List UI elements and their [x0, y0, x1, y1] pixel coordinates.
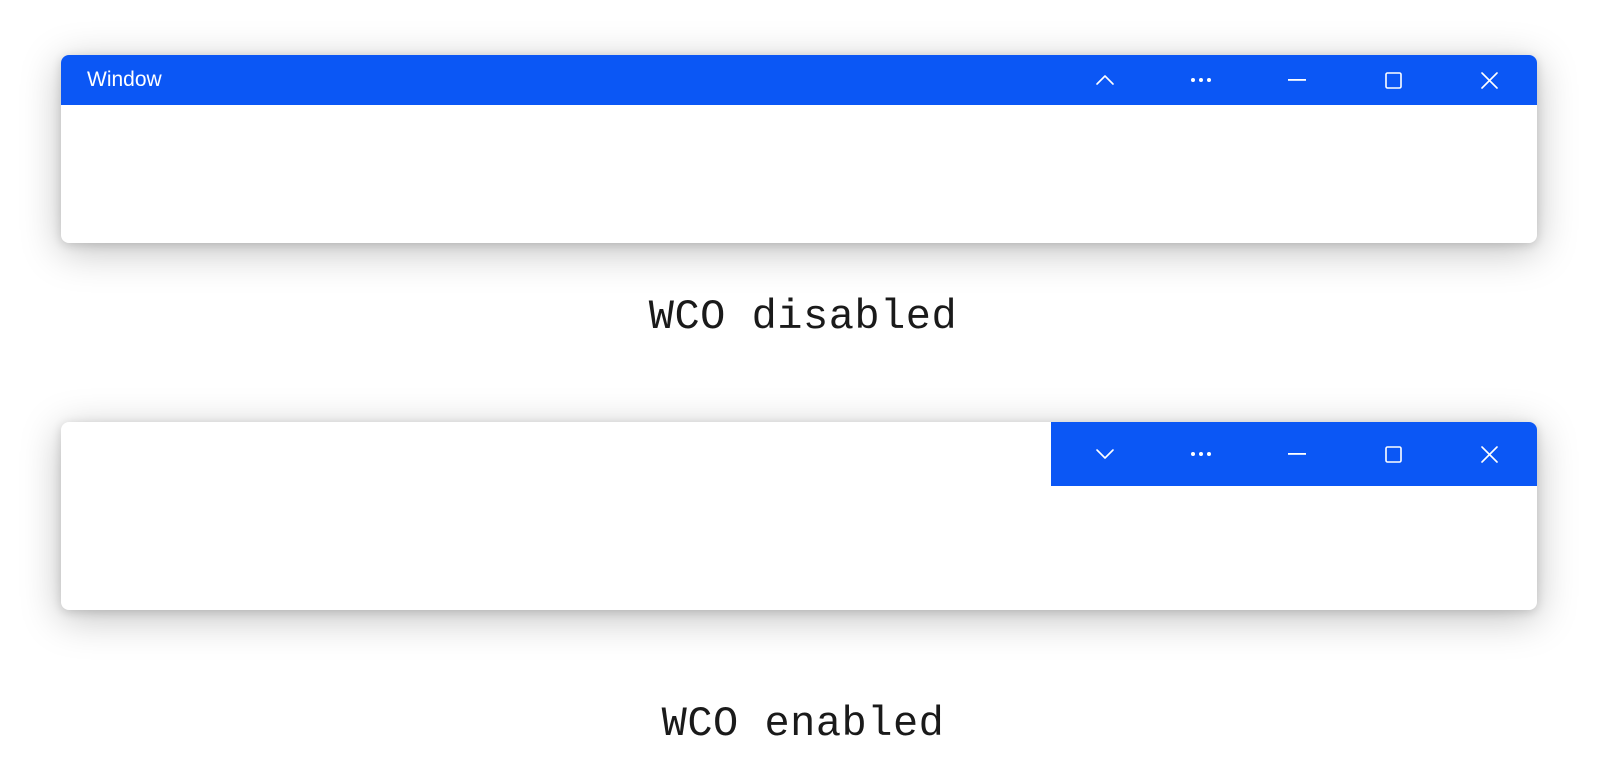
chevron-up-button[interactable] — [1057, 55, 1153, 105]
window-title: Window — [61, 68, 162, 92]
maximize-button[interactable] — [1345, 55, 1441, 105]
more-button[interactable] — [1153, 422, 1249, 486]
close-icon — [1481, 446, 1498, 463]
window-controls — [1057, 55, 1537, 105]
chevron-down-button[interactable] — [1057, 422, 1153, 486]
maximize-icon — [1385, 72, 1402, 89]
chevron-down-icon — [1095, 448, 1115, 460]
maximize-button[interactable] — [1345, 422, 1441, 486]
maximize-icon — [1385, 446, 1402, 463]
minimize-button[interactable] — [1249, 55, 1345, 105]
chevron-up-icon — [1095, 74, 1115, 86]
close-icon — [1481, 72, 1498, 89]
more-icon — [1190, 451, 1212, 457]
window-controls-overlay — [1051, 422, 1537, 486]
caption-wco-disabled: WCO disabled — [0, 293, 1606, 341]
minimize-icon — [1288, 453, 1306, 455]
window-wco-disabled: Window — [61, 55, 1537, 243]
caption-wco-enabled: WCO enabled — [0, 700, 1606, 748]
more-icon — [1190, 77, 1212, 83]
minimize-icon — [1288, 79, 1306, 81]
titlebar[interactable]: Window — [61, 55, 1537, 105]
window-wco-enabled — [61, 422, 1537, 610]
minimize-button[interactable] — [1249, 422, 1345, 486]
more-button[interactable] — [1153, 55, 1249, 105]
close-button[interactable] — [1441, 422, 1537, 486]
close-button[interactable] — [1441, 55, 1537, 105]
